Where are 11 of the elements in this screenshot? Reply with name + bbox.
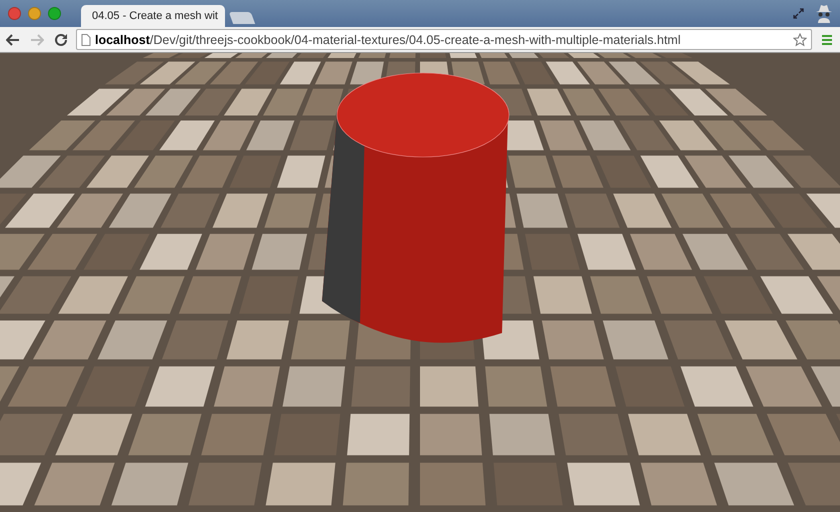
star-icon[interactable] [793,32,807,46]
zoom-window-button[interactable] [48,7,61,20]
address-bar[interactable]: localhost/Dev/git/threejs-cookbook/04-material-textures/04.05-create-a-mesh-with-multiple-materials.html [76,29,812,50]
browser-tab[interactable]: 04.05 - Create a mesh wit [81,5,225,27]
close-window-button[interactable] [8,7,21,20]
minimize-window-button[interactable] [28,7,41,20]
incognito-icon [814,3,834,23]
fullscreen-icon[interactable] [793,8,804,18]
new-tab-button[interactable] [228,12,256,24]
url-text: localhost/Dev/git/threejs-cookbook/04-material-textures/04.05-create-a-mesh-with-multiple-materials.html [95,32,682,46]
page-icon [81,34,91,46]
